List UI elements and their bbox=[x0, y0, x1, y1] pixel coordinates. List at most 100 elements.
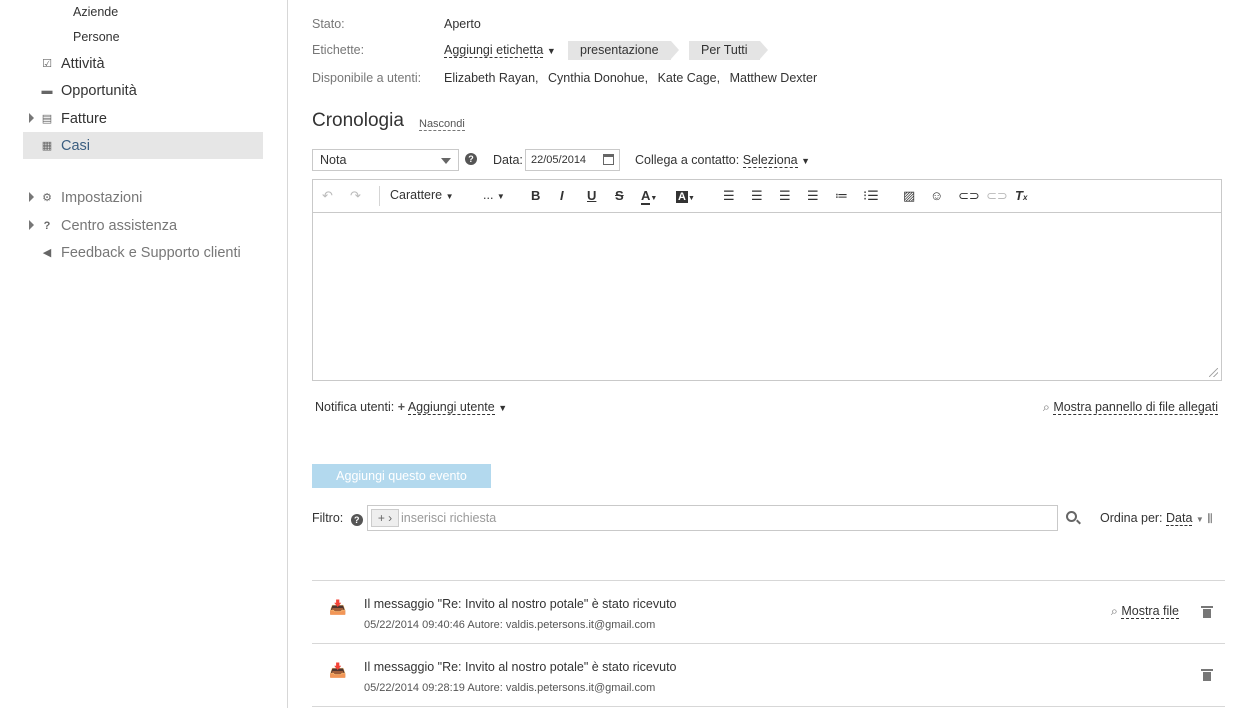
help-icon[interactable]: ? bbox=[350, 514, 363, 526]
align-right-icon[interactable]: ☰ bbox=[779, 188, 791, 204]
filter-label: Filtro: ? bbox=[312, 511, 363, 526]
sidebar-item-label: Feedback e Supporto clienti bbox=[61, 244, 241, 261]
event-type-select[interactable]: Nota bbox=[312, 149, 459, 171]
chevron-down-icon: ▼ bbox=[498, 403, 508, 413]
resize-handle[interactable] bbox=[1209, 368, 1218, 377]
sidebar-item-opportunita[interactable]: ▬ Opportunità bbox=[23, 77, 263, 104]
event-title: Il messaggio "Re: Invito al nostro potal… bbox=[364, 597, 677, 611]
align-left-icon[interactable]: ☰ bbox=[723, 188, 735, 204]
date-input[interactable]: 22/05/2014 bbox=[525, 149, 620, 171]
show-files-link[interactable]: Mostra file bbox=[1121, 604, 1179, 619]
notify-users: Notifica utenti: + Aggiungi utente ▼ bbox=[315, 400, 508, 415]
paperclip-icon: ⌕ bbox=[1110, 604, 1118, 618]
attach-panel-link[interactable]: Mostra pannello di file allegati bbox=[1053, 400, 1218, 415]
italic-icon[interactable]: I bbox=[560, 188, 564, 203]
filter-input[interactable]: + › inserisci richiesta bbox=[367, 505, 1058, 531]
add-tag-dropdown[interactable]: Aggiungi etichetta ▼ bbox=[444, 43, 556, 58]
size-label: ... bbox=[483, 188, 494, 202]
sidebar-item-feedback[interactable]: ◀ Feedback e Supporto clienti bbox=[23, 239, 263, 266]
sidebar-item-label: Centro assistenza bbox=[61, 217, 178, 234]
hide-link[interactable]: Nascondi bbox=[419, 118, 465, 131]
font-label: Carattere bbox=[390, 188, 443, 202]
status-value: Aperto bbox=[444, 17, 481, 31]
event-type-value: Nota bbox=[320, 153, 347, 167]
inbox-icon: 📥 bbox=[329, 662, 347, 678]
event-meta: 05/22/2014 09:28:19 Autore: valdis.peter… bbox=[364, 682, 656, 694]
sort-label: Ordina per: bbox=[1100, 511, 1163, 525]
numbered-list-icon[interactable]: ≔ bbox=[835, 188, 848, 204]
search-icon[interactable] bbox=[1066, 511, 1077, 522]
font-size-select[interactable]: ... ▼ bbox=[483, 188, 505, 202]
status-label: Stato: bbox=[312, 17, 345, 31]
sidebar-item-attivita[interactable]: ☑ Attività bbox=[23, 50, 263, 77]
event-title: Il messaggio "Re: Invito al nostro potal… bbox=[364, 660, 677, 674]
inbox-icon: 📥 bbox=[329, 599, 347, 615]
add-filter-icon[interactable]: + › bbox=[371, 509, 399, 527]
show-files[interactable]: ⌕ Mostra file bbox=[1111, 604, 1179, 619]
trash-icon[interactable] bbox=[1201, 669, 1213, 681]
bold-icon[interactable]: B bbox=[531, 188, 540, 203]
sidebar-item-label: Fatture bbox=[61, 110, 107, 127]
page-title: Cronologia bbox=[312, 110, 404, 131]
image-icon[interactable]: ▨ bbox=[903, 188, 915, 204]
sidebar-item-fatture[interactable]: ▤ Fatture bbox=[23, 105, 263, 132]
unlink-icon[interactable]: ⊂⊃ bbox=[986, 188, 1008, 204]
expand-caret-icon[interactable] bbox=[29, 113, 34, 123]
sidebar-item-label: Impostazioni bbox=[61, 189, 143, 206]
user-name: Matthew Dexter bbox=[729, 71, 818, 85]
link-icon[interactable]: ⊂⊃ bbox=[958, 188, 980, 204]
sidebar: Aziende Persone ☑ Attività ▬ Opportunità… bbox=[0, 0, 288, 708]
sort-select-link[interactable]: Data bbox=[1166, 511, 1193, 526]
redo-icon[interactable]: ↷ bbox=[350, 188, 361, 204]
emoticon-icon[interactable]: ☺ bbox=[930, 188, 943, 203]
undo-icon[interactable]: ↶ bbox=[322, 188, 333, 204]
clear-format-icon[interactable]: Tx bbox=[1015, 188, 1027, 203]
link-contact[interactable]: Collega a contatto: Seleziona ▼ bbox=[635, 153, 811, 168]
editor-toolbar: ↶ ↷ Carattere ▼ ... ▼ B I U S A▼ A ▼ ☰ ☰ … bbox=[313, 180, 1221, 213]
calendar-icon[interactable] bbox=[603, 154, 614, 165]
chevron-down-icon: ▼ bbox=[1195, 515, 1204, 524]
align-center-icon[interactable]: ☰ bbox=[751, 188, 763, 204]
user-name: Elizabeth Rayan, bbox=[444, 71, 539, 85]
sidebar-item-casi[interactable]: ▦ Casi bbox=[23, 132, 263, 159]
sort-order-icon[interactable]: ⫼ bbox=[1207, 513, 1212, 525]
trash-icon[interactable] bbox=[1201, 606, 1213, 618]
bullet-list-icon[interactable]: ⁝☰ bbox=[863, 188, 879, 204]
attach-panel-toggle[interactable]: ⌕ Mostra pannello di file allegati bbox=[1043, 400, 1218, 415]
chevron-down-icon: ▼ bbox=[801, 156, 811, 166]
user-name: Kate Cage, bbox=[657, 71, 721, 85]
tag-per-tutti[interactable]: Per Tutti bbox=[689, 41, 768, 60]
event-meta: 05/22/2014 09:40:46 Autore: valdis.peter… bbox=[364, 619, 656, 631]
sort-control: Ordina per: Data ▼ ⫼ bbox=[1100, 511, 1212, 526]
text-color-icon[interactable]: A▼ bbox=[641, 188, 657, 205]
check-icon: ☑ bbox=[42, 58, 52, 70]
users-label: Disponibile a utenti: bbox=[312, 71, 422, 85]
contact-label: Collega a contatto: bbox=[635, 153, 740, 167]
strikethrough-icon[interactable]: S bbox=[615, 188, 624, 203]
expand-caret-icon[interactable] bbox=[29, 220, 34, 230]
underline-icon[interactable]: U bbox=[587, 188, 596, 203]
help-icon[interactable]: ? bbox=[465, 153, 477, 165]
justify-icon[interactable]: ☰ bbox=[807, 188, 819, 204]
add-user-link[interactable]: Aggiungi utente bbox=[407, 400, 495, 415]
sidebar-item-centro-assistenza[interactable]: ? Centro assistenza bbox=[23, 212, 263, 239]
sidebar-item-persone[interactable]: Persone bbox=[73, 30, 120, 44]
font-family-select[interactable]: Carattere ▼ bbox=[390, 188, 454, 202]
contact-select-link[interactable]: Seleziona bbox=[742, 153, 798, 168]
filter-label-text: Filtro: bbox=[312, 511, 344, 525]
plus-icon: + bbox=[397, 400, 406, 414]
date-label: Data: bbox=[493, 153, 523, 167]
question-icon: ? bbox=[43, 219, 51, 232]
add-event-button[interactable]: Aggiungi questo evento bbox=[312, 464, 491, 488]
background-color-icon[interactable]: A ▼ bbox=[676, 188, 695, 203]
tag-presentazione[interactable]: presentazione bbox=[568, 41, 679, 60]
add-tag-link[interactable]: Aggiungi etichetta bbox=[444, 43, 544, 58]
user-name: Cynthia Donohue, bbox=[548, 71, 649, 85]
sidebar-item-label: Attività bbox=[61, 55, 105, 72]
megaphone-icon: ◀ bbox=[42, 247, 52, 259]
tags-label: Etichette: bbox=[312, 43, 365, 57]
expand-caret-icon[interactable] bbox=[29, 192, 34, 202]
sidebar-item-impostazioni[interactable]: ⚙ Impostazioni bbox=[23, 184, 263, 211]
sidebar-item-aziende[interactable]: Aziende bbox=[73, 5, 118, 19]
rich-text-editor[interactable]: ↶ ↷ Carattere ▼ ... ▼ B I U S A▼ A ▼ ☰ ☰ … bbox=[312, 179, 1222, 381]
